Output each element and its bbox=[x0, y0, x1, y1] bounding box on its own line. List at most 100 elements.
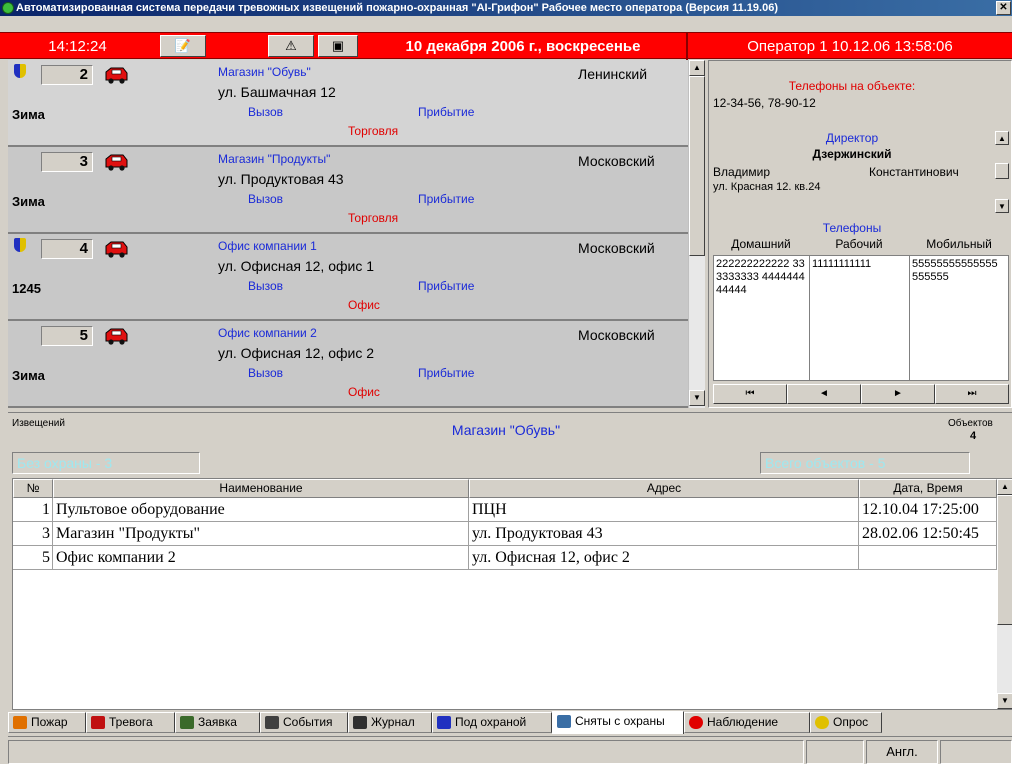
objects-table: № Наименование Адрес Дата, Время 1 Пульто… bbox=[12, 478, 1012, 710]
object-list-scrollbar[interactable]: ▲ ▼ bbox=[688, 60, 705, 408]
object-group: Зима bbox=[12, 107, 45, 122]
nav-last-button[interactable]: ⏭ bbox=[935, 384, 1009, 404]
object-group: 1245 bbox=[12, 281, 41, 296]
tab-tools[interactable]: Заявка bbox=[175, 712, 260, 733]
row-number: 5 bbox=[13, 546, 53, 570]
total-count: Всего объектов - 5 bbox=[760, 452, 970, 474]
notepad-icon: 📝 bbox=[174, 38, 192, 53]
object-list: 2 Магазин "Обувь" ул. Башмачная 12 Ленински… bbox=[8, 60, 688, 408]
tab-label: События bbox=[283, 715, 333, 729]
window-title: Автоматизированная система передачи трев… bbox=[0, 0, 1012, 16]
header-number[interactable]: № bbox=[13, 479, 53, 498]
table-scroll-thumb[interactable] bbox=[997, 495, 1012, 625]
tab-alarm-car[interactable]: Тревога bbox=[86, 712, 175, 733]
tab-no-entry[interactable]: Наблюдение bbox=[684, 712, 810, 733]
arrival-link[interactable]: Прибытие bbox=[418, 366, 474, 380]
row-datetime bbox=[859, 546, 997, 570]
col-work: Рабочий bbox=[835, 237, 883, 251]
tab-label: Журнал bbox=[371, 715, 415, 729]
bell-icon: ⚠ bbox=[285, 38, 297, 53]
object-group: Зима bbox=[12, 194, 45, 209]
tab-journal[interactable]: Журнал bbox=[348, 712, 432, 733]
contact-scroll-up[interactable]: ▲ bbox=[995, 131, 1009, 145]
tab-people[interactable]: Сняты с охраны bbox=[552, 711, 684, 734]
guard-shield-icon bbox=[14, 64, 26, 78]
keyboard-layout: Англ. bbox=[866, 740, 938, 764]
table-scrollbar[interactable]: ▲ ▼ bbox=[997, 479, 1012, 709]
scroll-thumb[interactable] bbox=[689, 76, 705, 256]
contact-address: ул. Красная 12. кв.24 bbox=[713, 181, 821, 193]
contact-surname: Дзержинский bbox=[812, 147, 892, 161]
header-name[interactable]: Наименование bbox=[53, 479, 469, 498]
object-address: ул. Офисная 12, офис 1 bbox=[218, 258, 375, 274]
phones-section-title: Телефоны bbox=[822, 221, 882, 235]
call-link[interactable]: Вызов bbox=[248, 192, 283, 206]
col-mobile: Мобильный bbox=[926, 237, 992, 251]
nav-prev-button[interactable]: ◄ bbox=[787, 384, 861, 404]
home-phones: 222222222222 333333333 444444444444 bbox=[714, 256, 810, 380]
table-row[interactable]: 1 Пультовое оборудование ПЦН 12.10.04 17:25… bbox=[13, 498, 997, 522]
tab-shield[interactable]: Под охраной bbox=[432, 712, 552, 733]
row-name: Магазин "Продукты" bbox=[53, 522, 469, 546]
object-name[interactable]: Офис компании 1 bbox=[218, 239, 317, 253]
car-icon[interactable] bbox=[103, 66, 129, 84]
arrival-link[interactable]: Прибытие bbox=[418, 279, 474, 293]
object-card[interactable]: 2 Магазин "Обувь" ул. Башмачная 12 Ленински… bbox=[8, 60, 688, 147]
row-datetime: 28.02.06 12:50:45 bbox=[859, 522, 997, 546]
tab-label: Сняты с охраны bbox=[575, 714, 665, 728]
scroll-down-arrow[interactable]: ▼ bbox=[689, 390, 705, 406]
tab-label: Заявка bbox=[198, 715, 237, 729]
objects-count: 4 bbox=[970, 430, 977, 442]
object-address: ул. Башмачная 12 bbox=[218, 84, 336, 100]
arrival-link[interactable]: Прибытие bbox=[418, 192, 474, 206]
object-card[interactable]: 4 Офис компании 1 ул. Офисная 12, офис 1 Мо… bbox=[8, 234, 688, 321]
object-name[interactable]: Магазин "Обувь" bbox=[218, 65, 311, 79]
table-row[interactable]: 3 Магазин "Продукты" ул. Продуктовая 43 28.… bbox=[13, 522, 997, 546]
object-phones: 12-34-56, 78-90-12 bbox=[713, 96, 816, 110]
tools-icon bbox=[180, 716, 194, 729]
row-number: 3 bbox=[13, 522, 53, 546]
call-link[interactable]: Вызов bbox=[248, 279, 283, 293]
object-group: Зима bbox=[12, 368, 45, 383]
tab-warning[interactable]: Опрос bbox=[810, 712, 882, 733]
scroll-up-arrow[interactable]: ▲ bbox=[689, 60, 705, 76]
properties-icon: ▣ bbox=[331, 38, 345, 53]
close-button[interactable]: ✕ bbox=[996, 1, 1011, 15]
nav-next-button[interactable]: ► bbox=[861, 384, 935, 404]
header-address[interactable]: Адрес bbox=[469, 479, 859, 498]
nav-first-button[interactable]: ⏮ bbox=[713, 384, 787, 404]
call-link[interactable]: Вызов bbox=[248, 366, 283, 380]
table-scroll-down[interactable]: ▼ bbox=[997, 693, 1012, 709]
alert-button[interactable]: ⚠ bbox=[268, 35, 314, 57]
object-type: Торговля bbox=[348, 211, 399, 225]
props-button[interactable]: ▣ bbox=[318, 35, 358, 57]
row-address: ПЦН bbox=[469, 498, 859, 522]
car-icon[interactable] bbox=[103, 327, 129, 345]
object-name[interactable]: Магазин "Продукты" bbox=[218, 152, 330, 166]
contact-scrollbar[interactable]: ▲ ▼ bbox=[995, 131, 1009, 213]
header-datetime[interactable]: Дата, Время bbox=[859, 479, 997, 498]
contact-scroll-down[interactable]: ▼ bbox=[995, 199, 1009, 213]
tab-fire[interactable]: Пожар bbox=[8, 712, 86, 733]
object-district: Московский bbox=[578, 153, 655, 169]
tab-trash[interactable]: События bbox=[260, 712, 348, 733]
call-link[interactable]: Вызов bbox=[248, 105, 283, 119]
no-entry-icon bbox=[689, 716, 703, 729]
car-icon[interactable] bbox=[103, 240, 129, 258]
table-scroll-up[interactable]: ▲ bbox=[997, 479, 1012, 495]
object-card[interactable]: 3 Магазин "Продукты" ул. Продуктовая 43 Мос… bbox=[8, 147, 688, 234]
object-card[interactable]: 5 Офис компании 2 ул. Офисная 12, офис 2 Мо… bbox=[8, 321, 688, 408]
object-name[interactable]: Офис компании 2 bbox=[218, 326, 317, 340]
work-phones: 11111111111 bbox=[810, 256, 910, 380]
arrival-link[interactable]: Прибытие bbox=[418, 105, 474, 119]
row-address: ул. Офисная 12, офис 2 bbox=[469, 546, 859, 570]
selected-object-name: Магазин "Обувь" bbox=[451, 422, 561, 438]
table-row[interactable]: 5 Офис компании 2 ул. Офисная 12, офис 2 bbox=[13, 546, 997, 570]
row-number: 1 bbox=[13, 498, 53, 522]
journal-icon bbox=[353, 716, 367, 729]
notes-button[interactable]: 📝 bbox=[160, 35, 206, 57]
car-icon[interactable] bbox=[103, 153, 129, 171]
object-district: Московский bbox=[578, 240, 655, 256]
object-type: Торговля bbox=[348, 124, 399, 138]
contact-scroll-thumb[interactable] bbox=[995, 163, 1009, 179]
